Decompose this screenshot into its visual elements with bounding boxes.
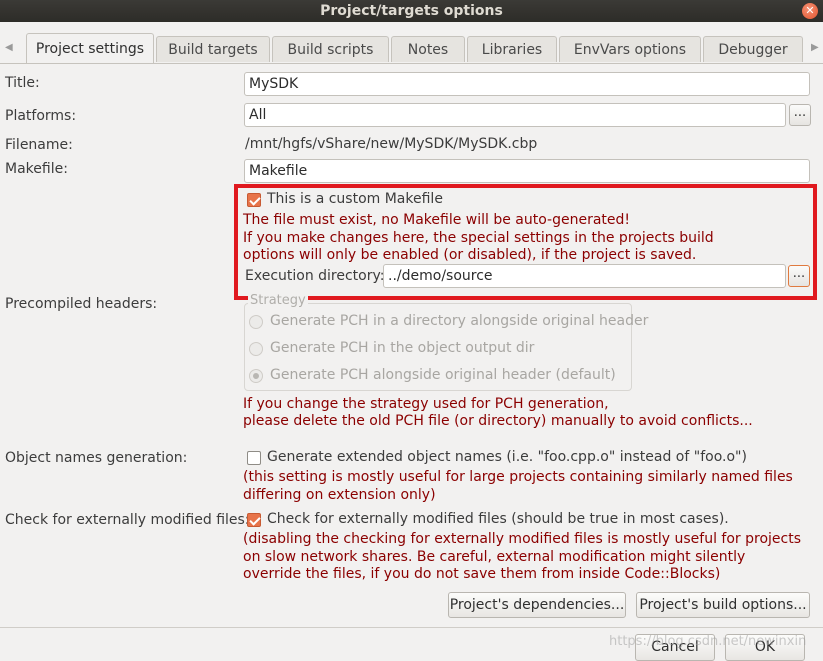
tab-label: EnvVars options [573,42,687,58]
tab-label: Build scripts [287,42,374,58]
object-names-label: Object names generation: [5,450,188,466]
filename-label: Filename: [5,137,73,153]
window-title: Project/targets options [320,3,503,19]
tab-envvars-options[interactable]: EnvVars options [559,36,701,62]
window-titlebar: Project/targets options [0,0,823,22]
filename-value: /mnt/hgfs/vShare/new/MySDK/MySDK.cbp [245,136,538,152]
project-dependencies-button[interactable]: Project's dependencies... [448,592,626,618]
tab-notes[interactable]: Notes [391,36,465,62]
title-input[interactable]: MySDK [244,72,810,96]
pch-option-radio-selected[interactable] [249,369,263,383]
tab-build-scripts[interactable]: Build scripts [272,36,389,62]
object-names-note-2: differing on extension only) [243,487,436,503]
external-mod-note-1: (disabling the checking for externally m… [243,531,801,547]
tab-scroll-right-icon[interactable]: ▶ [811,42,819,53]
tab-debugger[interactable]: Debugger [703,36,803,62]
pch-label: Precompiled headers: [5,296,158,312]
tab-label: Notes [407,42,449,58]
close-icon[interactable]: ✕ [802,3,818,19]
external-mod-note-3: override the files, if you do not save t… [243,566,721,582]
pch-option-radio[interactable] [249,315,263,329]
external-mod-note-2: on slow network shares. Be careful, exte… [243,549,746,565]
pch-option-radio[interactable] [249,342,263,356]
object-names-checkbox[interactable] [247,451,261,465]
makefile-value: Makefile [249,163,308,179]
highlight-annotation [234,184,817,300]
makefile-label: Makefile: [5,161,68,177]
object-names-checkbox-label: Generate extended object names (i.e. "fo… [267,449,747,465]
tab-label: Build targets [168,42,258,58]
tab-build-targets[interactable]: Build targets [156,36,270,62]
pch-note-2: please delete the old PCH file (or direc… [243,413,753,429]
title-value: MySDK [249,76,299,92]
external-mod-checkbox[interactable] [247,513,261,527]
platforms-value: All [249,107,267,123]
external-mod-checkbox-label: Check for externally modified files (sho… [267,511,729,527]
object-names-note-1: (this setting is mostly useful for large… [243,469,793,485]
external-mod-label: Check for externally modified files: [5,512,250,528]
tab-divider [0,63,823,64]
makefile-input[interactable]: Makefile [244,159,810,183]
platforms-label: Platforms: [5,108,77,124]
platforms-browse-button[interactable]: ... [789,104,811,126]
tab-label: Debugger [718,42,788,58]
tab-label: Libraries [481,42,543,58]
project-build-options-button[interactable]: Project's build options... [636,592,810,618]
tab-libraries[interactable]: Libraries [467,36,557,62]
pch-strategy-title: Strategy [248,293,308,308]
tab-project-settings[interactable]: Project settings [26,33,154,64]
pch-option-label: Generate PCH in a directory alongside or… [270,313,649,329]
pch-option-label: Generate PCH alongside original header (… [270,367,616,383]
tab-scroll-left-icon[interactable]: ◀ [5,42,13,53]
pch-option-label: Generate PCH in the object output dir [270,340,535,356]
footer-divider [0,627,823,628]
platforms-input[interactable]: All [244,103,786,127]
watermark-text: https://blog.csdn.net/newinxin [609,634,807,649]
title-label: Title: [5,75,40,91]
pch-note-1: If you change the strategy used for PCH … [243,396,609,412]
tab-label: Project settings [35,41,145,57]
